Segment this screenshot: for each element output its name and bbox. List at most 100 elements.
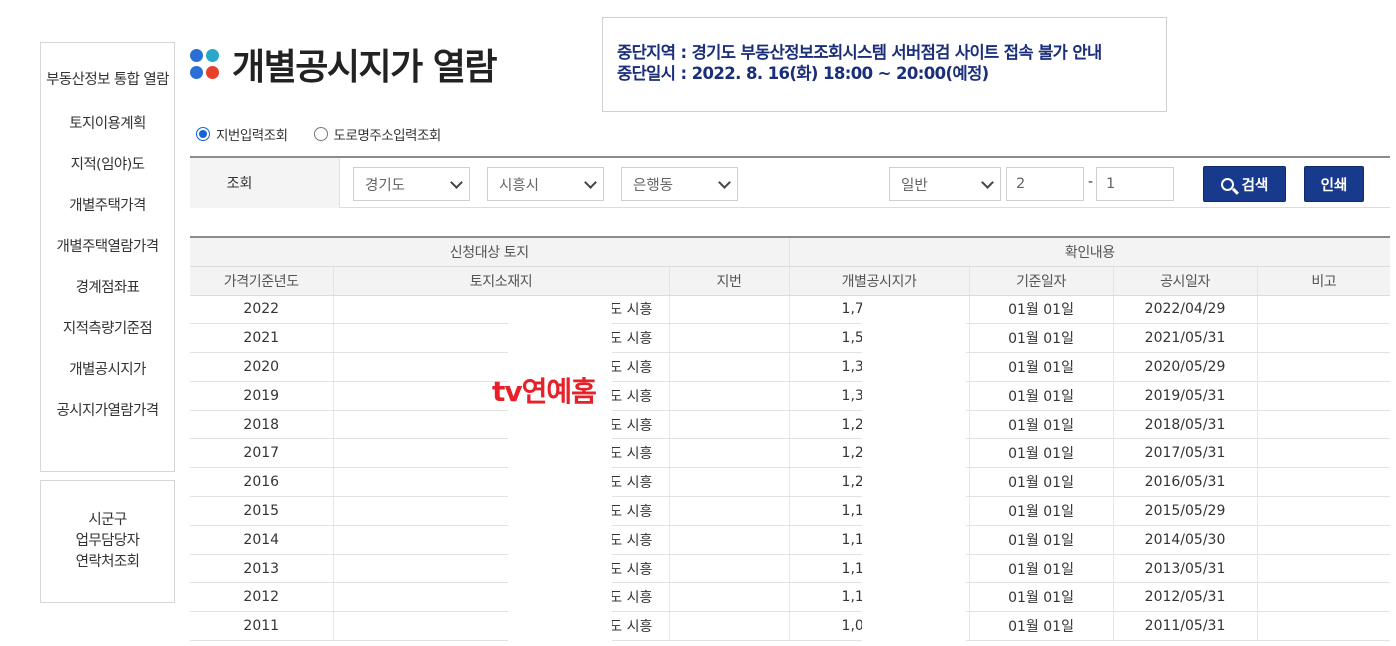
cell-addr: 경기도 시흥 (333, 410, 670, 440)
cell-note (1257, 381, 1391, 411)
number-dash: - (1088, 174, 1094, 190)
cell-date: 2016/05/31 (1113, 467, 1258, 498)
sidebar-item-survey-points[interactable]: 지적측량기준점 (41, 308, 174, 349)
cell-base: 01월 01일 (969, 438, 1114, 469)
dong-select[interactable]: 은행동 (621, 167, 738, 201)
cell-jibun (669, 410, 790, 440)
table-row[interactable]: 2019 경기도 시흥 1,30 01월 01일 2019/05/31 (190, 381, 1391, 411)
cell-year: 2015 (190, 496, 334, 526)
col-price: 개별공시지가 (789, 266, 970, 296)
cell-jibun (669, 438, 790, 469)
cell-jibun (669, 323, 790, 354)
cell-date: 2017/05/31 (1113, 438, 1258, 469)
cell-year: 2019 (190, 381, 334, 411)
redaction-mask (508, 296, 612, 646)
table-row[interactable]: 2021 경기도 시흥 1,52 01월 01일 2021/05/31 (190, 323, 1391, 354)
cell-jibun (669, 525, 790, 555)
cell-addr: 경기도 시흥 (333, 323, 670, 354)
table-body: 2022 경기도 시흥 1,70 01월 01일 2022/04/29 2021 경기도 시… (190, 295, 1391, 642)
cell-jibun (669, 352, 790, 382)
search-mode-radios: 지번입력조회 도로명주소입력조회 (196, 124, 467, 144)
table-row[interactable]: 2014 경기도 시흥 1,14 01월 01일 2014/05/30 (190, 525, 1391, 555)
radio-road-label: 도로명주소입력조회 (333, 128, 442, 144)
cell-addr: 경기도 시흥 (333, 496, 670, 526)
cell-year: 2013 (190, 554, 334, 584)
search-icon (1220, 177, 1234, 191)
cell-note (1257, 525, 1391, 555)
province-value: 경기도 (365, 177, 406, 194)
cell-base: 01월 01일 (969, 381, 1114, 411)
sidebar-item-land-price[interactable]: 개별공시지가 (41, 349, 174, 390)
cell-addr: 경기도 시흥 (333, 438, 670, 469)
cell-date: 2014/05/30 (1113, 525, 1258, 555)
radio-unselected-icon[interactable] (313, 127, 328, 141)
dot-icon (190, 49, 203, 62)
cell-addr: 경기도 시흥 (333, 467, 670, 498)
radio-selected-icon[interactable] (196, 127, 210, 141)
cell-jibun (669, 554, 790, 584)
cell-base: 01월 01일 (969, 554, 1114, 584)
notice-time: 중단일시 : 2022. 8. 16(화) 18:00 ~ 20:00(예정) (617, 64, 989, 83)
contact-line-2: 업무담당자 (75, 533, 140, 549)
sidebar-item-house-price-view[interactable]: 개별주택열람가격 (41, 226, 174, 267)
table-row[interactable]: 2013 경기도 시흥 1,12 01월 01일 2013/05/31 (190, 554, 1391, 584)
col-year: 가격기준년도 (190, 266, 334, 296)
cell-base: 01월 01일 (969, 525, 1114, 555)
table-row[interactable]: 2017 경기도 시흥 1,25 01월 01일 2017/05/31 (190, 438, 1391, 469)
sub-number-value: 1 (1106, 176, 1116, 192)
cell-date: 2020/05/29 (1113, 352, 1258, 382)
table-row[interactable]: 2015 경기도 시흥 1,18 01월 01일 2015/05/29 (190, 496, 1391, 526)
city-select[interactable]: 시흥시 (487, 167, 604, 201)
watermark-text: tv연예홈 (492, 375, 597, 408)
table-column-header: 가격기준년도 토지소재지 지번 개별공시지가 기준일자 공시일자 비고 (190, 266, 1391, 296)
radio-jibun[interactable]: 지번입력조회 (196, 124, 288, 144)
sub-number-input[interactable]: 1 (1096, 167, 1174, 201)
chevron-down-icon (584, 176, 597, 189)
radio-road-address[interactable]: 도로명주소입력조회 (313, 124, 442, 144)
cell-year: 2017 (190, 438, 334, 469)
dot-icon (206, 65, 219, 79)
cell-addr: 경기도 시흥 (333, 525, 670, 555)
contact-lookup-button[interactable]: 시군구 업무담당자 연락처조회 (40, 480, 175, 603)
cell-note (1257, 467, 1391, 498)
cell-base: 01월 01일 (969, 582, 1114, 613)
table-row[interactable]: 2011 경기도 시흥 1,09 01월 01일 2011/05/31 (190, 611, 1391, 642)
search-button[interactable]: 검색 (1203, 166, 1286, 202)
table-row[interactable]: 2022 경기도 시흥 1,70 01월 01일 2022/04/29 (190, 295, 1391, 325)
table-row[interactable]: 2020 경기도 시흥 1,36 01월 01일 2020/05/29 (190, 352, 1391, 382)
print-button[interactable]: 인쇄 (1304, 166, 1364, 202)
title-dots-icon (190, 49, 220, 79)
dot-icon (190, 65, 203, 79)
table-row[interactable]: 2018 경기도 시흥 1,24 01월 01일 2018/05/31 (190, 410, 1391, 440)
land-type-select[interactable]: 일반 (889, 167, 1001, 201)
cell-base: 01월 01일 (969, 410, 1114, 440)
sidebar-item-land-price-view[interactable]: 공시지가열람가격 (41, 390, 174, 431)
cell-addr: 경기도 시흥 (333, 554, 670, 584)
cell-date: 2015/05/29 (1113, 496, 1258, 526)
col-note: 비고 (1257, 266, 1391, 296)
province-select[interactable]: 경기도 (353, 167, 470, 201)
page-header: 개별공시지가 열람 (190, 38, 498, 90)
cell-date: 2022/04/29 (1113, 295, 1258, 325)
cell-date: 2018/05/31 (1113, 410, 1258, 440)
main-number-value: 2 (1016, 176, 1026, 192)
cell-base: 01월 01일 (969, 467, 1114, 498)
sidebar-item-boundary-coords[interactable]: 경계점좌표 (41, 267, 174, 308)
cell-note (1257, 323, 1391, 354)
chevron-down-icon (981, 176, 994, 189)
sidebar-item-integrated-info[interactable]: 부동산정보 통합 열람 (41, 43, 174, 103)
cell-base: 01월 01일 (969, 496, 1114, 526)
group-confirmation: 확인내용 (789, 236, 1391, 267)
page-title: 개별공시지가 열람 (232, 47, 498, 88)
cell-year: 2014 (190, 525, 334, 555)
sidebar-item-cadastral-map[interactable]: 지적(임야)도 (41, 144, 174, 185)
main-number-input[interactable]: 2 (1006, 167, 1084, 201)
sidebar-item-land-use-plan[interactable]: 토지이용계획 (41, 103, 174, 144)
cell-year: 2018 (190, 410, 334, 440)
table-row[interactable]: 2012 경기도 시흥 1,12 01월 01일 2012/05/31 (190, 582, 1391, 613)
sidebar-item-house-price[interactable]: 개별주택가격 (41, 185, 174, 226)
table-row[interactable]: 2016 경기도 시흥 1,22 01월 01일 2016/05/31 (190, 467, 1391, 498)
cell-date: 2021/05/31 (1113, 323, 1258, 354)
cell-note (1257, 295, 1391, 325)
cell-year: 2012 (190, 582, 334, 613)
